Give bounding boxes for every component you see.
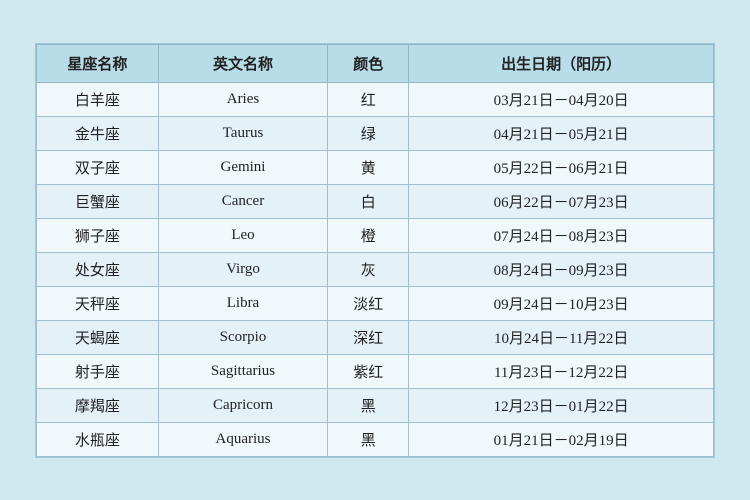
cell-color: 白 (328, 184, 409, 218)
zodiac-table: 星座名称 英文名称 颜色 出生日期（阳历） 白羊座Aries红03月21日－04… (36, 44, 714, 457)
table-row: 白羊座Aries红03月21日－04月20日 (37, 82, 714, 116)
table-row: 射手座Sagittarius紫红11月23日－12月22日 (37, 354, 714, 388)
cell-color: 深红 (328, 320, 409, 354)
cell-chinese: 处女座 (37, 252, 159, 286)
cell-chinese: 狮子座 (37, 218, 159, 252)
table-row: 摩羯座Capricorn黑12月23日－01月22日 (37, 388, 714, 422)
table-row: 金牛座Taurus绿04月21日－05月21日 (37, 116, 714, 150)
cell-color: 淡红 (328, 286, 409, 320)
table-header-row: 星座名称 英文名称 颜色 出生日期（阳历） (37, 44, 714, 82)
table-row: 水瓶座Aquarius黑01月21日－02月19日 (37, 422, 714, 456)
cell-date: 03月21日－04月20日 (409, 82, 714, 116)
cell-english: Aries (158, 82, 327, 116)
cell-date: 08月24日－09月23日 (409, 252, 714, 286)
header-date: 出生日期（阳历） (409, 44, 714, 82)
cell-color: 黑 (328, 388, 409, 422)
cell-color: 绿 (328, 116, 409, 150)
cell-english: Scorpio (158, 320, 327, 354)
table-row: 双子座Gemini黄05月22日－06月21日 (37, 150, 714, 184)
cell-color: 紫红 (328, 354, 409, 388)
header-english: 英文名称 (158, 44, 327, 82)
cell-english: Libra (158, 286, 327, 320)
cell-date: 12月23日－01月22日 (409, 388, 714, 422)
cell-chinese: 天秤座 (37, 286, 159, 320)
zodiac-table-container: 星座名称 英文名称 颜色 出生日期（阳历） 白羊座Aries红03月21日－04… (35, 43, 715, 458)
cell-date: 01月21日－02月19日 (409, 422, 714, 456)
cell-color: 橙 (328, 218, 409, 252)
cell-english: Taurus (158, 116, 327, 150)
cell-date: 07月24日－08月23日 (409, 218, 714, 252)
cell-color: 黑 (328, 422, 409, 456)
cell-chinese: 水瓶座 (37, 422, 159, 456)
cell-color: 红 (328, 82, 409, 116)
header-chinese: 星座名称 (37, 44, 159, 82)
cell-date: 06月22日－07月23日 (409, 184, 714, 218)
table-row: 天蝎座Scorpio深红10月24日－11月22日 (37, 320, 714, 354)
cell-color: 灰 (328, 252, 409, 286)
cell-chinese: 射手座 (37, 354, 159, 388)
cell-color: 黄 (328, 150, 409, 184)
cell-chinese: 双子座 (37, 150, 159, 184)
cell-english: Virgo (158, 252, 327, 286)
cell-chinese: 天蝎座 (37, 320, 159, 354)
table-row: 狮子座Leo橙07月24日－08月23日 (37, 218, 714, 252)
table-row: 天秤座Libra淡红09月24日－10月23日 (37, 286, 714, 320)
cell-chinese: 摩羯座 (37, 388, 159, 422)
cell-date: 09月24日－10月23日 (409, 286, 714, 320)
cell-chinese: 金牛座 (37, 116, 159, 150)
cell-english: Cancer (158, 184, 327, 218)
cell-date: 11月23日－12月22日 (409, 354, 714, 388)
cell-english: Leo (158, 218, 327, 252)
cell-chinese: 巨蟹座 (37, 184, 159, 218)
cell-chinese: 白羊座 (37, 82, 159, 116)
cell-english: Capricorn (158, 388, 327, 422)
cell-date: 10月24日－11月22日 (409, 320, 714, 354)
cell-english: Aquarius (158, 422, 327, 456)
table-row: 巨蟹座Cancer白06月22日－07月23日 (37, 184, 714, 218)
header-color: 颜色 (328, 44, 409, 82)
cell-date: 05月22日－06月21日 (409, 150, 714, 184)
cell-english: Gemini (158, 150, 327, 184)
cell-english: Sagittarius (158, 354, 327, 388)
cell-date: 04月21日－05月21日 (409, 116, 714, 150)
table-row: 处女座Virgo灰08月24日－09月23日 (37, 252, 714, 286)
